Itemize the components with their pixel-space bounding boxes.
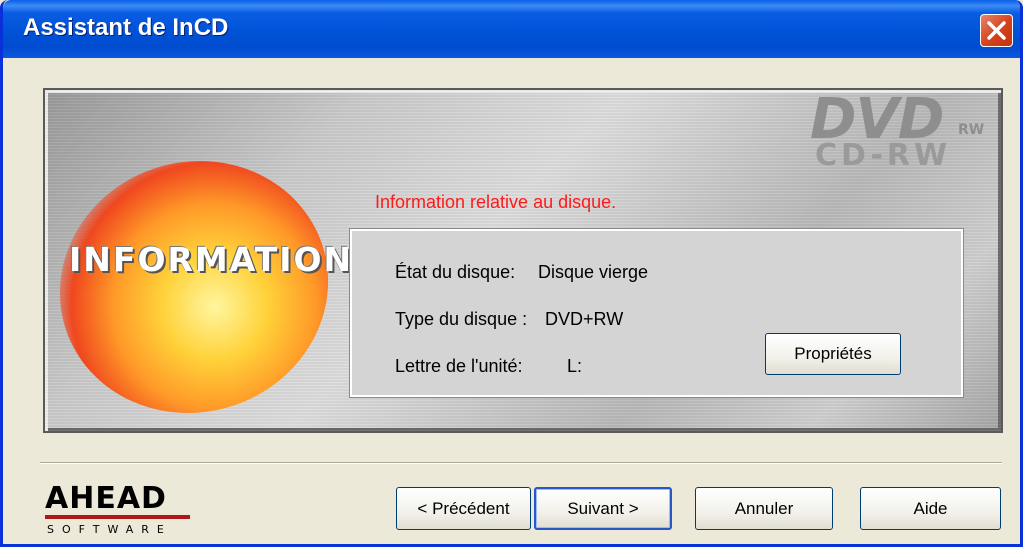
disc-type-row: Type du disque : DVD+RW bbox=[395, 309, 623, 330]
next-button[interactable]: Suivant > bbox=[534, 487, 672, 530]
help-button[interactable]: Aide bbox=[860, 487, 1001, 530]
window-title: Assistant de InCD bbox=[23, 14, 229, 41]
ahead-logo-software: SOFTWARE bbox=[47, 523, 172, 536]
rw-logo-text: RW bbox=[958, 122, 985, 138]
disc-state-label: État du disque: bbox=[395, 262, 516, 282]
disc-state-value: Disque vierge bbox=[538, 262, 649, 282]
close-icon bbox=[987, 21, 1006, 40]
footer-separator bbox=[40, 462, 1002, 464]
cdrw-logo-text: CD-RW bbox=[815, 138, 952, 173]
disc-info-panel: État du disque: Disque vierge Type du di… bbox=[349, 228, 964, 398]
wizard-banner: INFORMATION DVD RW CD-RW Information rel… bbox=[26, 88, 1003, 448]
close-button[interactable] bbox=[980, 14, 1013, 47]
disc-type-label: Type du disque : bbox=[395, 309, 528, 329]
disc-type-value: DVD+RW bbox=[545, 309, 624, 329]
ahead-software-logo: AHEAD SOFTWARE bbox=[45, 484, 195, 544]
disc-state-row: État du disque: Disque vierge bbox=[395, 262, 648, 283]
drive-letter-label: Lettre de l'unité: bbox=[395, 356, 523, 376]
previous-button[interactable]: < Précédent bbox=[396, 487, 531, 530]
drive-letter-value: L: bbox=[567, 356, 583, 376]
properties-button[interactable]: Propriétés bbox=[765, 333, 901, 375]
disc-info-heading: Information relative au disque. bbox=[375, 192, 617, 212]
drive-letter-row: Lettre de l'unité: L: bbox=[395, 356, 582, 377]
ahead-logo-word: AHEAD bbox=[45, 481, 167, 516]
cancel-button[interactable]: Annuler bbox=[695, 487, 833, 530]
ahead-logo-bar bbox=[45, 515, 190, 519]
title-bar[interactable]: Assistant de InCD bbox=[3, 0, 1020, 58]
dialog-window: Assistant de InCD INFORMATION DVD RW CD-… bbox=[0, 0, 1023, 547]
information-graphic-text: INFORMATION bbox=[69, 240, 354, 279]
